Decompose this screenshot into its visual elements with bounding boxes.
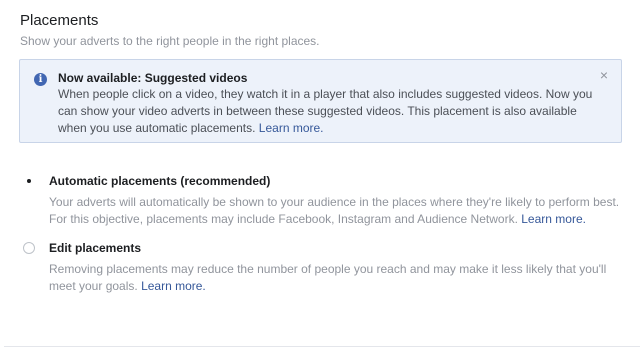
edit-placements-description: Removing placements may reduce the numbe… (49, 261, 623, 295)
close-icon[interactable]: × (600, 68, 608, 82)
notice-learn-more-link[interactable]: Learn more. (259, 121, 324, 135)
suggested-videos-notice: i Now available: Suggested videos When p… (19, 59, 622, 143)
section-subtitle: Show your adverts to the right people in… (20, 34, 320, 48)
notice-title: Now available: Suggested videos (58, 71, 248, 85)
notice-body-text: When people click on a video, they watch… (58, 87, 593, 135)
automatic-placements-label[interactable]: Automatic placements (recommended) (49, 174, 270, 188)
automatic-placements-radio[interactable] (23, 175, 35, 187)
automatic-placements-description: Your adverts will automatically be shown… (49, 194, 623, 228)
edit-placements-description-text: Removing placements may reduce the numbe… (49, 262, 607, 293)
edit-placements-radio[interactable] (23, 242, 35, 254)
edit-placements-label[interactable]: Edit placements (49, 241, 141, 255)
automatic-placements-learn-more-link[interactable]: Learn more. (521, 212, 586, 226)
notice-body: When people click on a video, they watch… (58, 86, 606, 137)
edit-placements-learn-more-link[interactable]: Learn more. (141, 279, 206, 293)
placements-panel: Placements Show your adverts to the righ… (4, 0, 640, 347)
info-icon: i (34, 73, 47, 86)
section-title: Placements (20, 12, 99, 29)
